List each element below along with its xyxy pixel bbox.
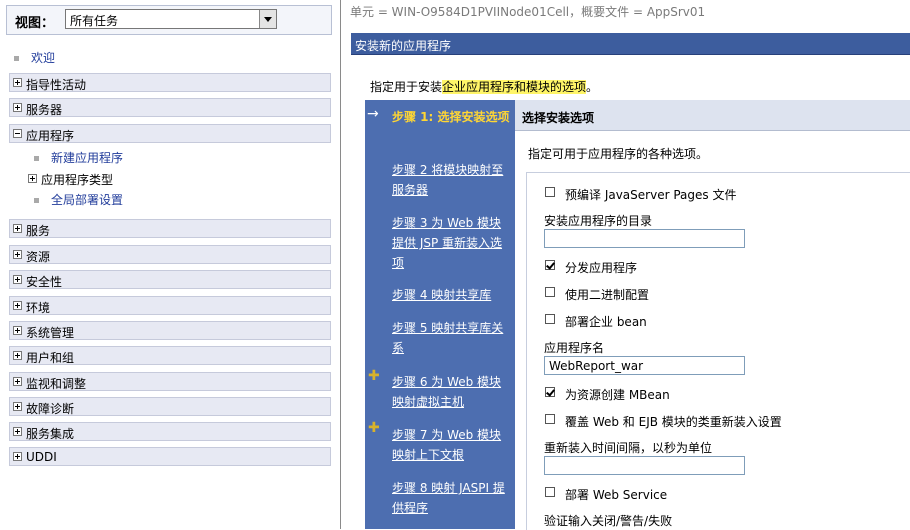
nav-section-applications[interactable]: 应用程序: [9, 124, 331, 143]
expand-icon[interactable]: [13, 427, 22, 436]
step-5-link[interactable]: 步骤 5 映射共享库关系: [392, 318, 512, 358]
binary-config-label: 使用二进制配置: [565, 288, 650, 302]
override-reload-checkbox[interactable]: [545, 414, 555, 424]
validate-input-label: 验证输入关闭/警告/失败: [544, 514, 673, 528]
plus-marker-icon: ✚: [368, 368, 380, 384]
nav-section-system-admin[interactable]: 系统管理: [9, 321, 331, 340]
nav-item-new-application[interactable]: 新建应用程序: [34, 149, 123, 166]
welcome-link[interactable]: 欢迎: [14, 49, 55, 66]
deploy-ejb-checkbox[interactable]: [545, 314, 555, 324]
step-6-link[interactable]: 步骤 6 为 Web 模块映射虚拟主机: [392, 372, 512, 412]
panel-title-bar: 安装新的应用程序: [351, 33, 910, 55]
override-reload-label: 覆盖 Web 和 EJB 模块的类重新装入设置: [565, 415, 782, 429]
nav-section-service-integration[interactable]: 服务集成: [9, 422, 331, 441]
binary-config-checkbox[interactable]: [545, 287, 555, 297]
step-8-link[interactable]: 步骤 8 映射 JASPI 提供程序: [392, 478, 512, 518]
collapse-icon[interactable]: [13, 129, 22, 138]
bullet-icon: [34, 198, 39, 203]
expand-icon[interactable]: [13, 275, 22, 284]
bullet-icon: [14, 56, 19, 61]
view-dropdown[interactable]: 所有任务: [65, 9, 277, 29]
view-selector-bar: 视图： 所有任务: [6, 5, 332, 35]
deploy-ejb-label: 部署企业 bean: [565, 315, 647, 329]
install-dir-input[interactable]: [544, 229, 745, 248]
expand-icon[interactable]: [13, 78, 22, 87]
expand-icon[interactable]: [13, 351, 22, 360]
nav-section-security[interactable]: 安全性: [9, 270, 331, 289]
deploy-webservice-label: 部署 Web Service: [565, 488, 668, 502]
navigation-pane: 视图： 所有任务 欢迎 指导性活动 服务器 应用程序 新建应用程序 应用程序类型…: [0, 0, 341, 529]
nav-section-users-groups[interactable]: 用户和组: [9, 346, 331, 365]
nav-section-services[interactable]: 服务: [9, 219, 331, 238]
reload-interval-label: 重新装入时间间隔，以秒为单位: [544, 441, 713, 455]
reload-interval-input[interactable]: [544, 456, 745, 475]
step-7-link[interactable]: 步骤 7 为 Web 模块映射上下文根: [392, 425, 512, 465]
step-4-link[interactable]: 步骤 4 映射共享库: [392, 285, 512, 305]
plus-marker-icon: ✚: [368, 420, 380, 436]
chevron-down-icon[interactable]: [259, 10, 276, 28]
expand-icon[interactable]: [13, 224, 22, 233]
options-heading: 选择安装选项: [522, 111, 595, 125]
view-label: 视图：: [15, 16, 55, 31]
nav-section-troubleshooting[interactable]: 故障诊断: [9, 397, 331, 416]
nav-section-resources[interactable]: 资源: [9, 245, 331, 264]
step-2-link[interactable]: 步骤 2 将模块映射至服务器: [392, 160, 512, 200]
distribute-app-checkbox[interactable]: [545, 260, 555, 270]
expand-icon[interactable]: [13, 301, 22, 310]
view-dropdown-value: 所有任务: [70, 14, 119, 28]
arrow-right-icon: →: [367, 106, 379, 122]
nav-item-application-types[interactable]: 应用程序类型: [41, 171, 113, 188]
expand-icon[interactable]: [13, 250, 22, 259]
intro-text: 指定用于安装企业应用程序和模块的选项。: [370, 80, 599, 94]
precompile-jsp-checkbox[interactable]: [545, 187, 555, 197]
deploy-webservice-checkbox[interactable]: [545, 487, 555, 497]
app-name-label: 应用程序名: [544, 341, 605, 355]
options-heading-bar: 选择安装选项: [515, 100, 910, 131]
expand-icon[interactable]: [28, 174, 37, 183]
nav-section-monitoring[interactable]: 监视和调整: [9, 372, 331, 391]
nav-section-uddi[interactable]: UDDI: [9, 447, 331, 466]
panel-title: 安装新的应用程序: [355, 39, 452, 53]
options-description: 指定可用于应用程序的各种选项。: [528, 147, 709, 161]
create-mbean-checkbox[interactable]: [545, 387, 555, 397]
expand-icon[interactable]: [13, 103, 22, 112]
bullet-icon: [34, 156, 39, 161]
breadcrumb: 单元 = WIN-O9584D1PVIINode01Cell，概要文件 = Ap…: [350, 5, 706, 19]
nav-section-servers[interactable]: 服务器: [9, 98, 331, 117]
nav-section-guided-activities[interactable]: 指导性活动: [9, 73, 331, 92]
expand-icon[interactable]: [13, 452, 22, 461]
install-dir-label: 安装应用程序的目录: [544, 214, 653, 228]
create-mbean-label: 为资源创建 MBean: [565, 388, 670, 402]
precompile-jsp-label: 预编译 JavaServer Pages 文件: [565, 188, 737, 202]
expand-icon[interactable]: [13, 402, 22, 411]
step-3-link[interactable]: 步骤 3 为 Web 模块提供 JSP 重新装入选项: [392, 213, 512, 273]
nav-section-environment[interactable]: 环境: [9, 296, 331, 315]
expand-icon[interactable]: [13, 326, 22, 335]
step-1: 步骤 1: 选择安装选项: [392, 110, 510, 124]
wizard-steps: → 步骤 1: 选择安装选项 步骤 2 将模块映射至服务器 步骤 3 为 Web…: [365, 100, 515, 529]
expand-icon[interactable]: [13, 377, 22, 386]
nav-item-global-deployment[interactable]: 全局部署设置: [34, 191, 123, 208]
app-name-input[interactable]: WebReport_war: [544, 356, 745, 375]
distribute-app-label: 分发应用程序: [565, 261, 638, 275]
